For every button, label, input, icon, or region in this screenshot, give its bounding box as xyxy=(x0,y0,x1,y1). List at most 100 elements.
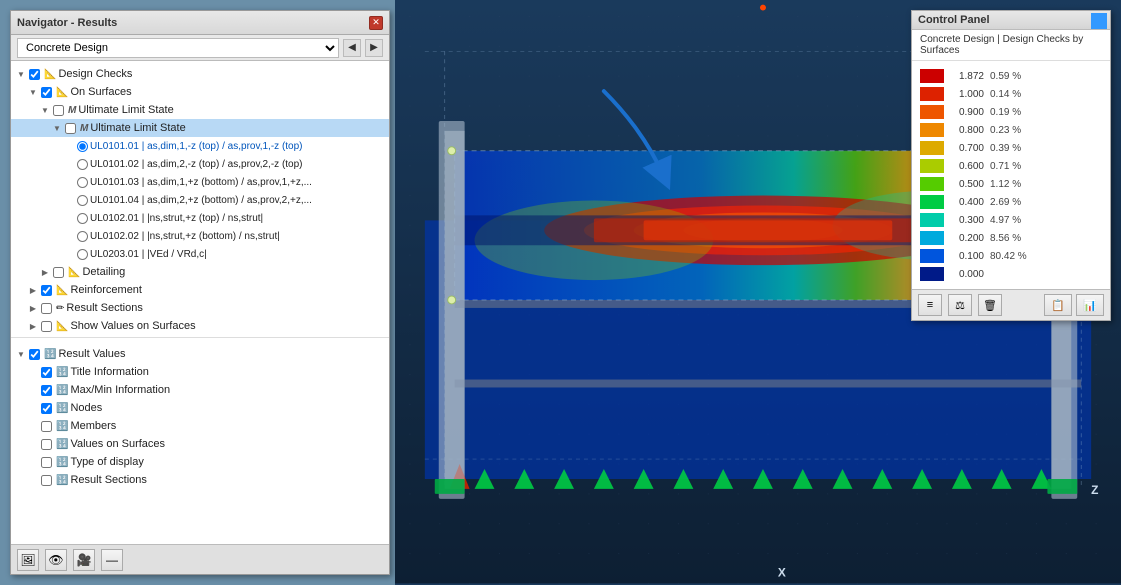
footer-view-button[interactable]: 👁 xyxy=(45,549,67,571)
checkbox-reinforcement[interactable] xyxy=(41,285,52,296)
checkbox-detailing[interactable] xyxy=(53,267,64,278)
legend-color-1 xyxy=(920,87,944,101)
label-design-checks: Design Checks xyxy=(58,68,132,80)
footer-btn-4[interactable]: 📋 xyxy=(1044,294,1072,316)
expand-icon: ▶ xyxy=(27,322,39,331)
close-button[interactable]: ✕ xyxy=(369,16,383,30)
icon-uls2: M xyxy=(80,123,88,134)
legend-pct-6: 1.12 % xyxy=(990,179,1021,190)
checkbox-result-values[interactable] xyxy=(29,349,40,360)
tree-item-ul0101-01[interactable]: UL0101.01 | as,dim,1,-z (top) / as,prov,… xyxy=(11,137,389,155)
checkbox-type-of-display[interactable] xyxy=(41,457,52,468)
tree-item-ul0102-02[interactable]: UL0102.02 | |ns,strut,+z (bottom) / ns,s… xyxy=(11,227,389,245)
footer-dash-button[interactable]: — xyxy=(101,549,123,571)
tree-item-show-values[interactable]: ▶ 📐 Show Values on Surfaces xyxy=(11,317,389,335)
checkbox-values-on-surfaces[interactable] xyxy=(41,439,52,450)
tree-item-type-of-display[interactable]: 🔢 Type of display xyxy=(11,453,389,471)
footer-camera-button[interactable]: 🎥 xyxy=(73,549,95,571)
tree-item-members[interactable]: 🔢 Members xyxy=(11,417,389,435)
tree-item-ul0203-01[interactable]: UL0203.01 | |VEd / VRd,c| xyxy=(11,245,389,263)
legend-color-2 xyxy=(920,105,944,119)
icon-result-sections-tree: ✏ xyxy=(56,303,64,314)
legend-pct-10: 80.42 % xyxy=(990,251,1027,262)
label-show-values: Show Values on Surfaces xyxy=(70,320,195,332)
checkbox-design-checks[interactable] xyxy=(29,69,40,80)
next-arrow-button[interactable]: ▶ xyxy=(365,39,383,57)
checkbox-show-values[interactable] xyxy=(41,321,52,332)
tree-item-uls1[interactable]: ▼ M Ultimate Limit State xyxy=(11,101,389,119)
label-values-on-surfaces: Values on Surfaces xyxy=(70,438,165,450)
navigator-tree: ▼ 📐 Design Checks ▼ 📐 On Surfaces ▼ M Ul… xyxy=(11,61,389,544)
tree-item-result-sections-bottom[interactable]: 🔢 Result Sections xyxy=(11,471,389,489)
legend-row-2: 0.9000.19 % xyxy=(920,103,1102,121)
legend-value-9: 0.200 xyxy=(948,233,984,244)
tree-item-design-checks[interactable]: ▼ 📐 Design Checks xyxy=(11,65,389,83)
tree-item-uls2[interactable]: ▼ M Ultimate Limit State xyxy=(11,119,389,137)
checkbox-nodes[interactable] xyxy=(41,403,52,414)
navigator-footer: 🖼 👁 🎥 — xyxy=(11,544,389,574)
footer-btn-2[interactable]: ⚖ xyxy=(948,294,972,316)
legend-row-10: 0.10080.42 % xyxy=(920,247,1102,265)
legend-row-11: 0.000 xyxy=(920,265,1102,283)
label-uls1: Ultimate Limit State xyxy=(78,104,173,116)
tree-item-reinforcement[interactable]: ▶ 📐 Reinforcement xyxy=(11,281,389,299)
tree-item-maxmin[interactable]: 🔢 Max/Min Information xyxy=(11,381,389,399)
checkbox-title-info[interactable] xyxy=(41,367,52,378)
tree-item-result-values[interactable]: ▼ 🔢 Result Values xyxy=(11,345,389,363)
footer-btn-1[interactable]: ≡ xyxy=(918,294,942,316)
tree-item-ul0101-04[interactable]: UL0101.04 | as,dim,2,+z (bottom) / as,pr… xyxy=(11,191,389,209)
expand-icon: ▼ xyxy=(39,106,51,115)
radio-ul0101-01[interactable] xyxy=(77,141,88,152)
tree-item-on-surfaces[interactable]: ▼ 📐 On Surfaces xyxy=(11,83,389,101)
prev-arrow-button[interactable]: ◀ xyxy=(343,39,361,57)
checkbox-uls1[interactable] xyxy=(53,105,64,116)
checkbox-result-sections-bottom[interactable] xyxy=(41,475,52,486)
legend-row-4: 0.7000.39 % xyxy=(920,139,1102,157)
icon-reinforcement: 📐 xyxy=(56,285,68,296)
footer-btn-3[interactable]: 🗑 xyxy=(978,294,1002,316)
checkbox-maxmin[interactable] xyxy=(41,385,52,396)
tree-item-ul0101-02[interactable]: UL0101.02 | as,dim,2,-z (top) / as,prov,… xyxy=(11,155,389,173)
label-result-sections-bottom: Result Sections xyxy=(70,474,146,486)
concrete-design-dropdown[interactable]: Concrete Design xyxy=(17,38,339,58)
legend-color-11 xyxy=(920,267,944,281)
footer-btn-5[interactable]: 📊 xyxy=(1076,294,1104,316)
checkbox-members[interactable] xyxy=(41,421,52,432)
control-panel-subtitle: Concrete Design | Design Checks by Surfa… xyxy=(912,30,1110,61)
legend-pct-4: 0.39 % xyxy=(990,143,1021,154)
tree-item-values-on-surfaces[interactable]: 🔢 Values on Surfaces xyxy=(11,435,389,453)
legend-value-2: 0.900 xyxy=(948,107,984,118)
label-nodes: Nodes xyxy=(70,402,102,414)
legend-value-7: 0.400 xyxy=(948,197,984,208)
legend-value-8: 0.300 xyxy=(948,215,984,226)
legend-pct-3: 0.23 % xyxy=(990,125,1021,136)
radio-ul0102-02[interactable] xyxy=(77,231,88,242)
legend-color-10 xyxy=(920,249,944,263)
footer-screenshot-button[interactable]: 🖼 xyxy=(17,549,39,571)
tree-item-result-sections-tree[interactable]: ▶ ✏ Result Sections xyxy=(11,299,389,317)
radio-ul0203-01[interactable] xyxy=(77,249,88,260)
tree-item-title-info[interactable]: 🔢 Title Information xyxy=(11,363,389,381)
icon-design-checks: 📐 xyxy=(44,69,56,80)
legend-value-3: 0.800 xyxy=(948,125,984,136)
tree-item-nodes[interactable]: 🔢 Nodes xyxy=(11,399,389,417)
checkbox-result-sections-tree[interactable] xyxy=(41,303,52,314)
checkbox-on-surfaces[interactable] xyxy=(41,87,52,98)
tree-item-ul0101-03[interactable]: UL0101.03 | as,dim,1,+z (bottom) / as,pr… xyxy=(11,173,389,191)
icon-maxmin: 🔢 xyxy=(56,385,68,396)
legend-pct-8: 4.97 % xyxy=(990,215,1021,226)
icon-members: 🔢 xyxy=(56,421,68,432)
icon-result-values: 🔢 xyxy=(44,349,56,360)
legend-color-7 xyxy=(920,195,944,209)
checkbox-uls2[interactable] xyxy=(65,123,76,134)
legend-pct-5: 0.71 % xyxy=(990,161,1021,172)
expand-icon: ▶ xyxy=(27,304,39,313)
radio-ul0101-03[interactable] xyxy=(77,177,88,188)
radio-ul0101-02[interactable] xyxy=(77,159,88,170)
tree-item-detailing[interactable]: ▶ 📐 Detailing xyxy=(11,263,389,281)
tree-item-ul0102-01[interactable]: UL0102.01 | |ns,strut,+z (top) / ns,stru… xyxy=(11,209,389,227)
radio-ul0102-01[interactable] xyxy=(77,213,88,224)
radio-ul0101-04[interactable] xyxy=(77,195,88,206)
legend: 1.8720.59 %1.0000.14 %0.9000.19 %0.8000.… xyxy=(912,61,1110,289)
legend-value-0: 1.872 xyxy=(948,71,984,82)
